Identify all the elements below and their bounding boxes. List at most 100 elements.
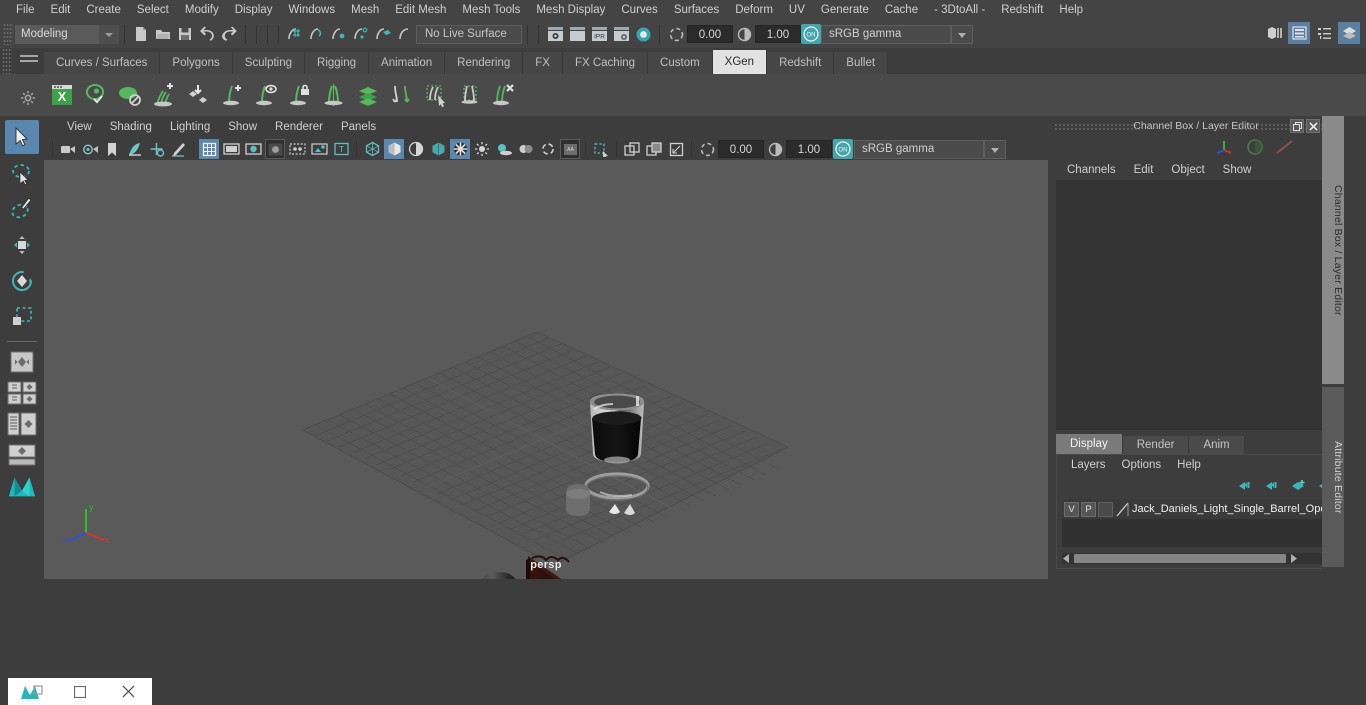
ipr-render-icon[interactable]: IPR — [588, 23, 610, 45]
xgen-preview-icon[interactable] — [80, 78, 112, 112]
channel-box-content[interactable] — [1056, 180, 1344, 430]
multisample-icon[interactable]: AA — [560, 139, 580, 159]
motion-blur-icon[interactable] — [538, 139, 558, 159]
menu-item-mesh-display[interactable]: Mesh Display — [528, 0, 613, 20]
live-surface-field[interactable]: No Live Surface — [416, 24, 522, 44]
xgen-convert-to-polygons-icon[interactable] — [182, 78, 214, 112]
menu-item-edit[interactable]: Edit — [43, 0, 79, 20]
menu-set-chevron-down-icon[interactable] — [99, 24, 119, 44]
paint-select-tool[interactable] — [5, 192, 39, 226]
gamma-icon[interactable] — [733, 23, 755, 45]
snap-grid-icon[interactable] — [284, 23, 306, 45]
menu-item-create[interactable]: Create — [78, 0, 129, 20]
shelf-tab-fx-caching[interactable]: FX Caching — [562, 52, 649, 74]
viewport-gamma-field[interactable]: 1.00 — [786, 140, 832, 158]
render-region-icon[interactable] — [566, 23, 588, 45]
lasso-select-tool[interactable] — [5, 156, 39, 190]
viewport-menu-shading[interactable]: Shading — [101, 121, 161, 133]
shelf-options-gear-icon[interactable] — [20, 90, 36, 106]
shelf-tab-xgen[interactable]: XGen — [712, 50, 768, 74]
color-space-selector[interactable]: sRGB gamma — [821, 24, 951, 44]
move-layer-down-icon[interactable] — [1264, 479, 1281, 492]
xgen-region-icon[interactable] — [454, 78, 486, 112]
xgen-lock-guide-icon[interactable] — [284, 78, 316, 112]
scroll-right-icon[interactable] — [1288, 554, 1298, 563]
xray-joints-icon[interactable] — [287, 139, 307, 159]
channel-menu-channels[interactable]: Channels — [1058, 164, 1125, 176]
channel-box-layer-editor-icon[interactable] — [1338, 22, 1360, 44]
xgen-add-guides-icon[interactable] — [148, 78, 180, 112]
hypershade-icon[interactable] — [632, 23, 654, 45]
exposure-field[interactable]: 0.00 — [687, 25, 733, 43]
outliner-icon[interactable] — [1313, 22, 1335, 44]
resolution-gate-icon[interactable] — [243, 139, 263, 159]
layer-tab-anim[interactable]: Anim — [1189, 436, 1245, 454]
create-new-layer-icon[interactable] — [1291, 479, 1308, 492]
two-d-pan-zoom-icon[interactable] — [146, 139, 166, 159]
shelf-tab-fx[interactable]: FX — [523, 52, 563, 74]
maximize-icon[interactable] — [56, 678, 104, 705]
menu-item-edit-mesh[interactable]: Edit Mesh — [387, 0, 454, 20]
layer-color-swatch-icon[interactable] — [1116, 502, 1130, 517]
viewport-gamma-icon[interactable] — [765, 139, 785, 159]
panel-duplicate-icon[interactable] — [622, 139, 642, 159]
scale-tool[interactable] — [5, 300, 39, 334]
menu-item-file[interactable]: File — [8, 0, 43, 20]
panel-zoom-icon[interactable] — [666, 139, 686, 159]
layer-playback-toggle[interactable]: P — [1081, 501, 1096, 517]
shelf-tab-bullet[interactable]: Bullet — [834, 52, 889, 74]
textured-text-icon[interactable]: T — [331, 139, 351, 159]
scroll-thumb[interactable] — [1074, 554, 1286, 563]
shelf-tab-curves-surfaces[interactable]: Curves / Surfaces — [44, 52, 161, 74]
snap-curve-icon[interactable] — [306, 23, 328, 45]
maya-app-icon[interactable] — [8, 678, 56, 705]
layer-tab-render[interactable]: Render — [1122, 436, 1190, 454]
render-view-icon[interactable] — [544, 23, 566, 45]
color-management-toggle-icon[interactable]: ON — [801, 24, 821, 44]
snap-point-icon[interactable] — [328, 23, 350, 45]
xgen-guide-visibility-icon[interactable] — [250, 78, 282, 112]
snap-projected-center-icon[interactable] — [350, 23, 372, 45]
menu-item-redshift[interactable]: Redshift — [993, 0, 1051, 20]
xgen-mirror-guides-icon[interactable] — [318, 78, 350, 112]
panel-tear-off-icon[interactable] — [644, 139, 664, 159]
redo-icon[interactable] — [218, 23, 240, 45]
use-default-material-icon[interactable] — [428, 139, 448, 159]
open-scene-icon[interactable] — [152, 23, 174, 45]
menu-item-mesh-tools[interactable]: Mesh Tools — [454, 0, 528, 20]
layer-row[interactable]: V P Jack_Daniels_Light_Single_Barrel_Ope… — [1062, 499, 1338, 519]
undo-icon[interactable] — [196, 23, 218, 45]
channel-menu-show[interactable]: Show — [1214, 164, 1261, 176]
shelf-tab-rendering[interactable]: Rendering — [445, 52, 524, 74]
lighting-icon[interactable] — [472, 139, 492, 159]
menu-item-windows[interactable]: Windows — [280, 0, 343, 20]
xgen-disable-preview-icon[interactable] — [114, 78, 146, 112]
new-scene-icon[interactable] — [130, 23, 152, 45]
layer-menu-options[interactable]: Options — [1114, 459, 1170, 471]
3d-viewport[interactable]: persp y x z — [44, 160, 1048, 579]
move-tool[interactable] — [5, 228, 39, 262]
isolate-select-icon[interactable] — [591, 139, 611, 159]
select-camera-icon[interactable] — [58, 139, 78, 159]
exposure-icon[interactable] — [697, 139, 717, 159]
xgen-editor-icon[interactable]: X — [46, 78, 78, 112]
xgen-density-icon[interactable] — [352, 78, 384, 112]
layer-menu-help[interactable]: Help — [1169, 459, 1209, 471]
viewport-exposure-field[interactable]: 0.00 — [718, 140, 764, 158]
camera-attributes-icon[interactable] — [80, 139, 100, 159]
rotate-tool[interactable] — [5, 264, 39, 298]
select-tool[interactable] — [5, 120, 39, 154]
snap-view-plane-icon[interactable] — [372, 23, 394, 45]
xgen-delete-guides-icon[interactable] — [488, 78, 520, 112]
layer-tab-display[interactable]: Display — [1056, 434, 1123, 454]
viewport-color-space-selector[interactable]: sRGB gamma — [854, 139, 984, 159]
viewport-menu-panels[interactable]: Panels — [332, 121, 385, 133]
layer-visibility-toggle[interactable]: V — [1064, 501, 1079, 517]
layer-list-scrollbar[interactable] — [1062, 553, 1338, 564]
persp-graph-layout-icon[interactable] — [6, 441, 38, 469]
attribute-editor-icon[interactable] — [1288, 22, 1310, 44]
menu-item-select[interactable]: Select — [129, 0, 177, 20]
shelf-tab-sculpting[interactable]: Sculpting — [232, 52, 306, 74]
xgen-add-guide-icon[interactable] — [216, 78, 248, 112]
grease-pencil-icon[interactable] — [168, 139, 188, 159]
